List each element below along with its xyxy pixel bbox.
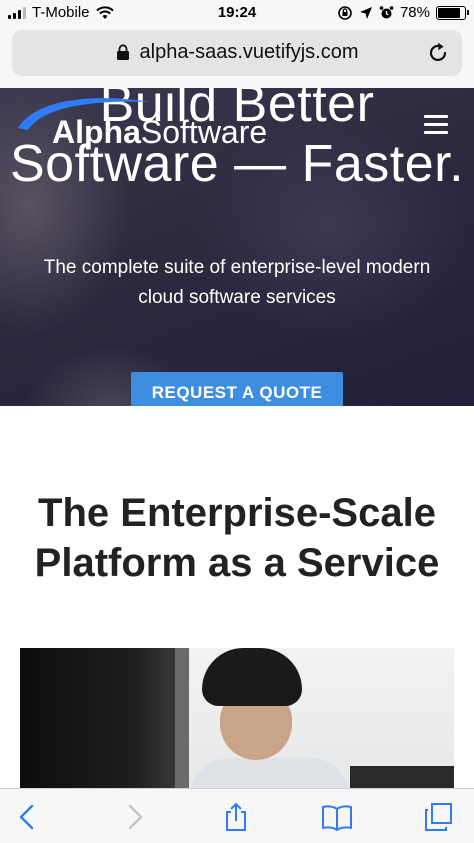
lock-icon (116, 44, 129, 60)
desk-shape (350, 766, 454, 788)
person-hair (202, 648, 302, 706)
battery-icon (436, 5, 469, 20)
menu-icon[interactable] (424, 115, 450, 135)
request-quote-button[interactable]: REQUEST A QUOTE (131, 372, 343, 406)
url-content: alpha-saas.vuetifyjs.com (12, 41, 462, 64)
battery-percent: 78% (399, 4, 430, 21)
person-body (190, 758, 350, 788)
feature-image (20, 648, 454, 788)
location-icon (359, 6, 372, 19)
logo-bold-text: Alpha (52, 114, 141, 150)
section-title: The Enterprise-Scale Platform as a Servi… (34, 491, 440, 585)
browser-url-area: alpha-saas.vuetifyjs.com (0, 26, 474, 88)
forward-icon[interactable] (118, 801, 150, 833)
address-bar[interactable]: alpha-saas.vuetifyjs.com (12, 30, 462, 76)
back-icon[interactable] (12, 801, 44, 833)
browser-toolbar (0, 788, 474, 843)
share-icon[interactable] (220, 801, 252, 833)
status-right: 78% (337, 4, 469, 21)
tabs-icon[interactable] (422, 801, 454, 833)
reload-icon[interactable] (426, 41, 450, 65)
battery-fill (438, 7, 460, 18)
monitor-shape (20, 648, 180, 788)
alarm-icon (379, 6, 394, 19)
monitor-edge (175, 648, 189, 788)
bookmarks-icon[interactable] (321, 801, 353, 833)
url-text: alpha-saas.vuetifyjs.com (139, 41, 359, 63)
logo-text: AlphaSoftware (52, 114, 267, 151)
hero-section: Build Better Software — Faster. AlphaSof… (0, 88, 474, 406)
hero-subtitle: The complete suite of enterprise-level m… (43, 257, 431, 308)
site-logo[interactable]: AlphaSoftware (14, 94, 304, 152)
logo-light-text: Software (140, 114, 268, 150)
status-bar: T-Mobile 19:24 78% (0, 0, 474, 26)
lock-rotation-icon (338, 5, 352, 20)
